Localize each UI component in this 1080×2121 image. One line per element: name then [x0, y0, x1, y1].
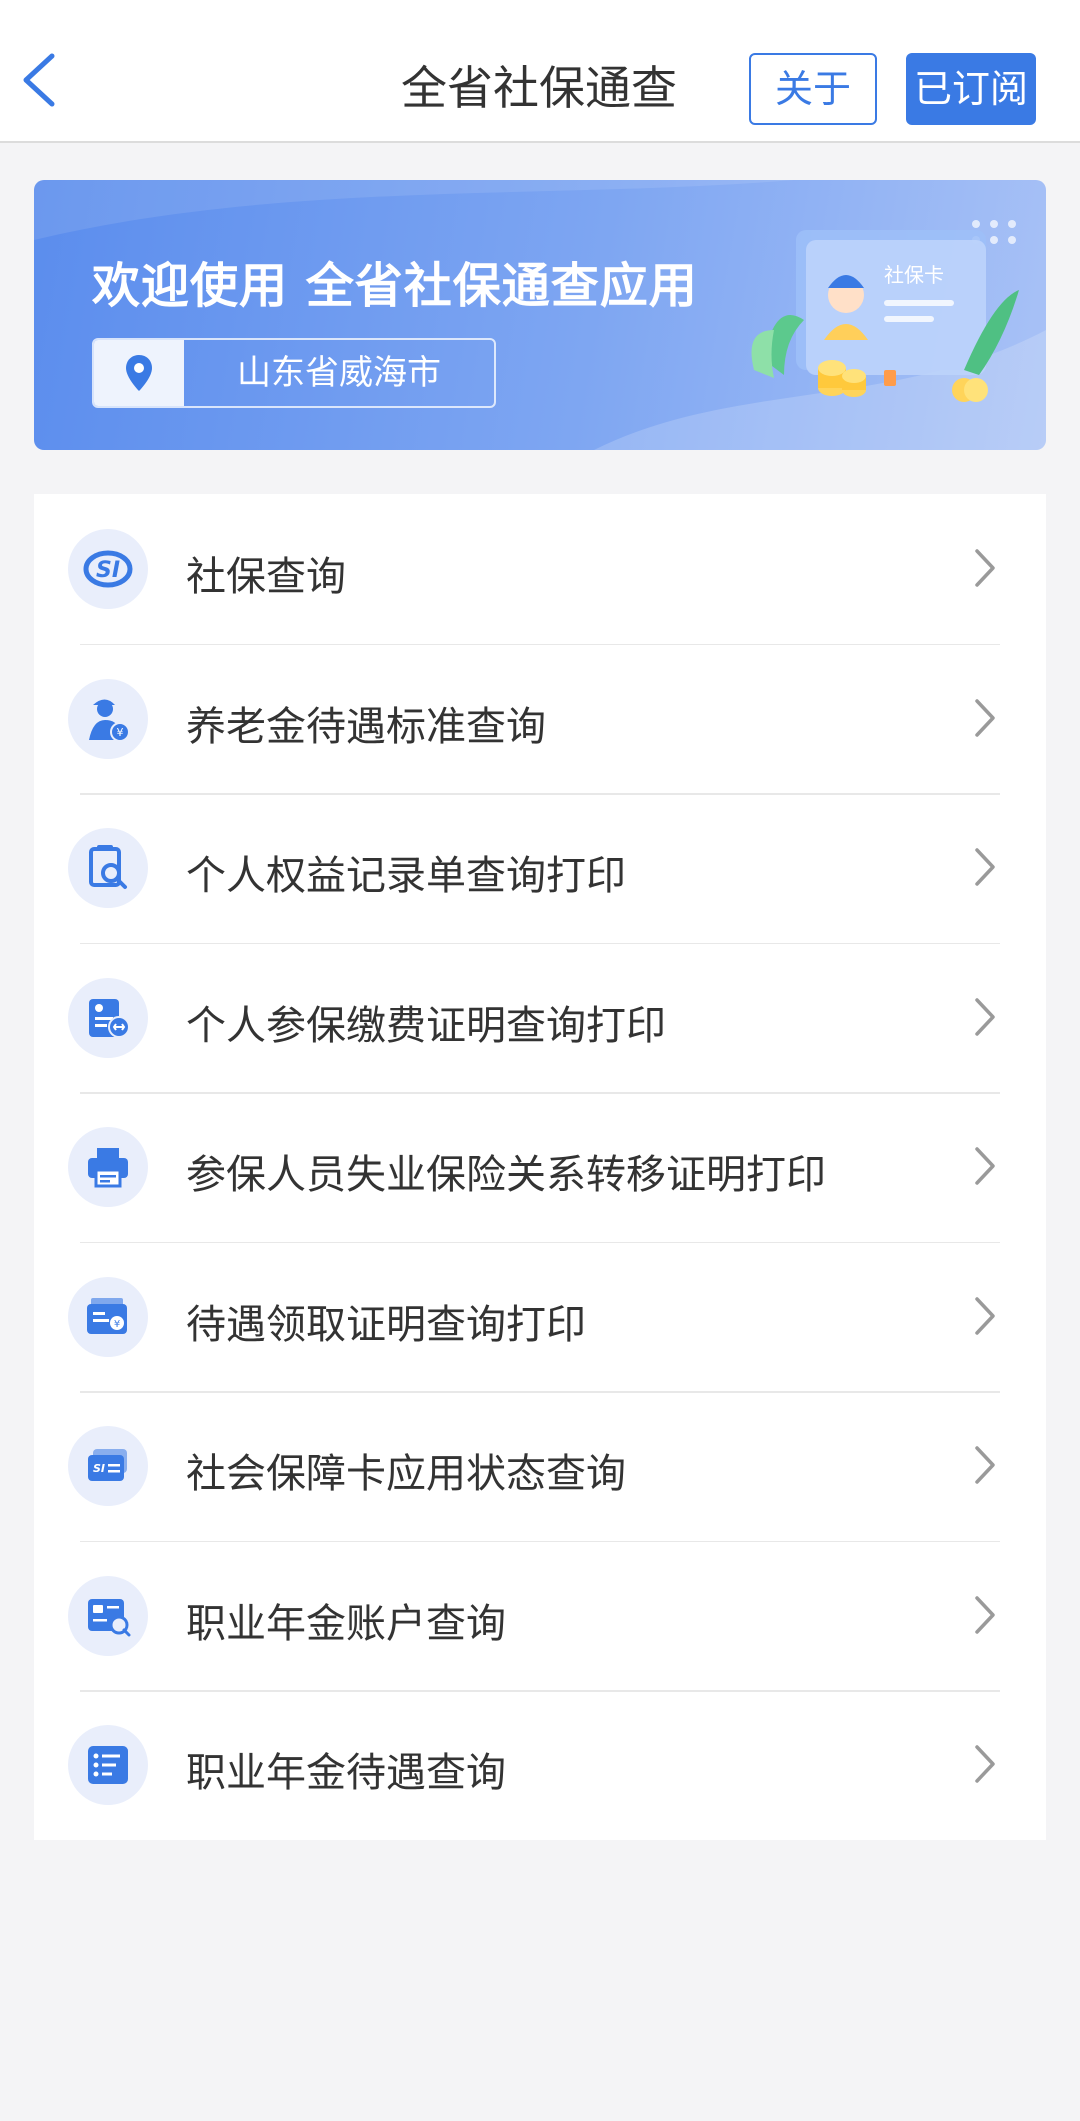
payment-certificate-icon	[89, 998, 130, 1038]
chevron-right-icon	[975, 1745, 995, 1783]
menu-item-label: 职业年金账户查询	[186, 1600, 506, 1647]
svg-text:¥: ¥	[117, 726, 124, 739]
nav-bar: 全省社保通查 关于 已订阅	[0, 0, 1080, 143]
location-selector[interactable]: 山东省威海市	[92, 338, 496, 408]
chevron-right-icon	[975, 848, 995, 886]
menu-item-payment-certificate-print[interactable]: 个人参保缴费证明查询打印	[34, 942, 1046, 1093]
list-icon	[88, 1746, 128, 1784]
si-logo-icon: SI	[83, 550, 133, 588]
menu-item-label: 参保人员失业保险关系转移证明打印	[186, 1152, 826, 1198]
account-search-icon	[88, 1598, 131, 1636]
svg-text:SI: SI	[93, 1462, 105, 1475]
record-search-icon	[89, 845, 127, 889]
benefit-certificate-icon: ¥	[87, 1297, 127, 1334]
chevron-right-icon	[975, 549, 995, 587]
menu-item-benefit-certificate-print[interactable]: ¥ 待遇领取证明查询打印	[34, 1241, 1046, 1392]
chevron-right-icon	[975, 1446, 995, 1484]
menu-item-label: 职业年金待遇查询	[186, 1750, 506, 1796]
location-text: 山东省威海市	[237, 353, 441, 393]
menu-item-rights-record-print[interactable]: 个人权益记录单查询打印	[34, 793, 1046, 943]
banner-title: 欢迎使用 全省社保通查应用	[92, 258, 698, 314]
menu-item-label: 待遇领取证明查询打印	[186, 1301, 586, 1348]
menu-item-unemployment-transfer-print[interactable]: 参保人员失业保险关系转移证明打印	[34, 1092, 1046, 1242]
menu-item-pension-standard-query[interactable]: ¥ 养老金待遇标准查询	[34, 643, 1046, 794]
menu-item-label: 个人权益记录单查询打印	[186, 853, 626, 899]
svg-text:社保卡: 社保卡	[884, 263, 944, 287]
menu-item-label: 养老金待遇标准查询	[186, 703, 546, 750]
menu-item-label: 个人参保缴费证明查询打印	[186, 1002, 666, 1049]
pensioner-icon: ¥	[89, 699, 130, 742]
menu-item-label: 社会保障卡应用状态查询	[186, 1451, 626, 1497]
chevron-left-icon[interactable]	[18, 50, 62, 110]
menu-item-annuity-account-query[interactable]: 职业年金账户查询	[34, 1540, 1046, 1691]
page-title: 全省社保通查	[401, 61, 677, 115]
welcome-banner: 欢迎使用 全省社保通查应用 山东省威海市 社保卡	[34, 180, 1046, 450]
chevron-right-icon	[975, 1296, 995, 1335]
svg-text:¥: ¥	[114, 1319, 120, 1330]
chevron-right-icon	[975, 997, 995, 1036]
menu-item-label: 社保查询	[186, 554, 346, 600]
chevron-right-icon	[975, 698, 995, 737]
map-pin-icon	[126, 355, 152, 391]
subscribed-button[interactable]: 已订阅	[906, 53, 1036, 125]
card-icon: SI	[88, 1449, 127, 1481]
about-button[interactable]: 关于	[749, 53, 877, 125]
service-menu-list: SI 社保查询 ¥ 养老金待遇标准查询 个人权益记录单查询打印 个人参保缴费证明…	[34, 494, 1046, 1840]
svg-text:SI: SI	[96, 558, 120, 583]
menu-item-annuity-benefit-query[interactable]: 职业年金待遇查询	[34, 1690, 1046, 1840]
menu-item-card-status-query[interactable]: SI 社会保障卡应用状态查询	[34, 1391, 1046, 1541]
chevron-right-icon	[975, 1595, 995, 1634]
menu-item-social-security-query[interactable]: SI 社保查询	[34, 494, 1046, 644]
social-security-card-illustration: 社保卡	[751, 220, 1019, 402]
printer-icon	[88, 1148, 128, 1188]
chevron-right-icon	[975, 1147, 995, 1185]
